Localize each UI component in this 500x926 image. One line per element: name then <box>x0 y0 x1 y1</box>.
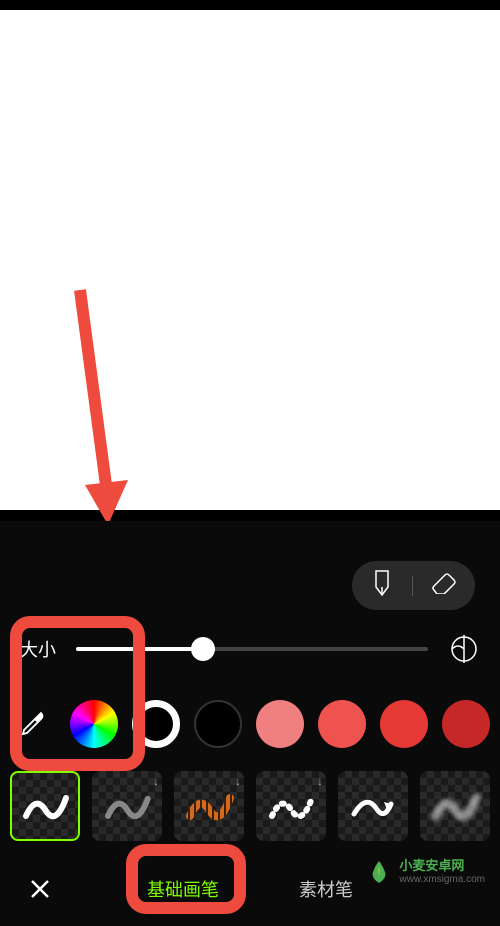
eyedropper-button[interactable] <box>10 700 56 748</box>
status-bar <box>0 0 500 10</box>
slider-fill <box>76 647 203 651</box>
tab-material-brush[interactable]: 素材笔 <box>299 868 353 910</box>
size-slider-section: 大小 <box>0 611 500 686</box>
eraser-tool-icon[interactable] <box>431 572 457 599</box>
brush-solid[interactable] <box>10 771 80 841</box>
brush-soft[interactable] <box>420 771 490 841</box>
pen-tool-icon[interactable] <box>370 569 394 602</box>
watermark-text: 小麦安卓网 www.xmsigma.com <box>399 858 485 886</box>
close-button[interactable] <box>20 869 60 909</box>
brush-section: ↓ ↓ ↓ <box>0 761 500 851</box>
download-icon: ↓ <box>235 774 241 788</box>
color-swatch-deepred[interactable] <box>442 700 490 748</box>
watermark-line1: 小麦安卓网 <box>399 858 485 874</box>
slider-label: 大小 <box>20 636 56 662</box>
slider-thumb[interactable] <box>191 637 215 661</box>
color-swatch-darkred[interactable] <box>380 700 428 748</box>
drawing-canvas[interactable] <box>0 10 500 510</box>
watermark-line2: www.xmsigma.com <box>399 874 485 886</box>
brush-spray[interactable]: ↓ <box>92 771 162 841</box>
color-swatch-white[interactable] <box>132 700 180 748</box>
brush-dotted[interactable]: ↓ <box>256 771 326 841</box>
tab-basic-brush[interactable]: 基础画笔 <box>147 868 219 910</box>
symmetry-icon[interactable] <box>448 633 480 665</box>
tool-group <box>352 561 475 610</box>
brush-arrow[interactable] <box>338 771 408 841</box>
color-swatch-black[interactable] <box>194 700 242 748</box>
watermark-logo-icon <box>365 858 393 886</box>
tool-bar <box>0 521 500 611</box>
tool-divider <box>412 576 413 596</box>
color-section <box>0 686 500 761</box>
download-icon: ↓ <box>153 774 159 788</box>
tutorial-arrow-annotation <box>60 280 130 530</box>
download-icon: ↓ <box>317 774 323 788</box>
color-picker-button[interactable] <box>70 700 118 748</box>
brush-tiger[interactable]: ↓ <box>174 771 244 841</box>
color-swatch-lightred[interactable] <box>256 700 304 748</box>
color-swatch-red[interactable] <box>318 700 366 748</box>
size-slider[interactable] <box>76 647 428 651</box>
watermark: 小麦安卓网 www.xmsigma.com <box>365 858 485 886</box>
